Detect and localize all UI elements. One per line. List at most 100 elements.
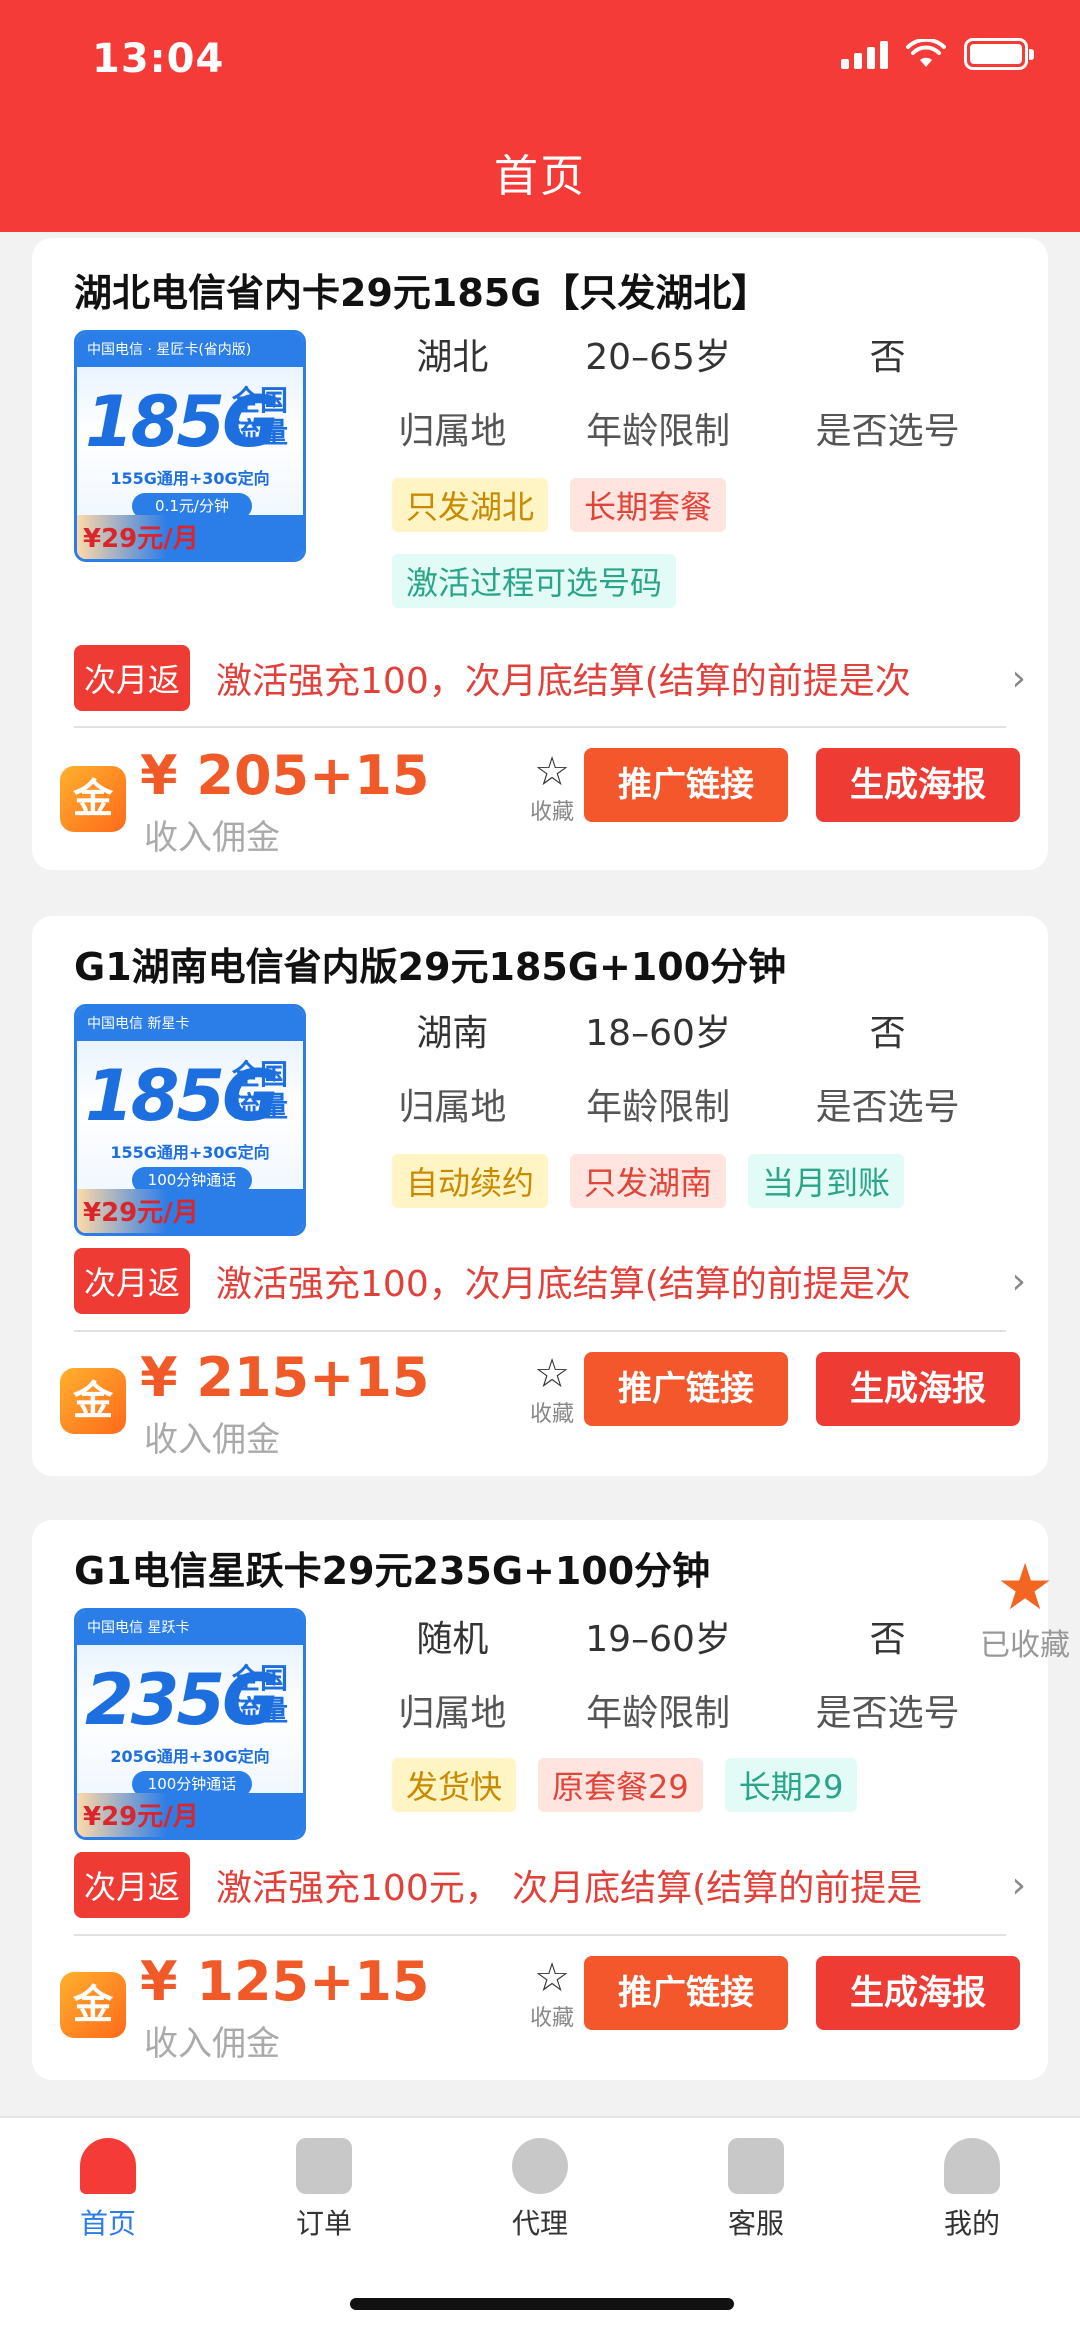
thumb-brand: 中国电信 星跃卡 — [87, 1620, 190, 1636]
age-value: 19–60岁 — [585, 1619, 731, 1660]
tab-label: 客服 — [727, 2207, 784, 2240]
tab-label: 订单 — [295, 2207, 352, 2240]
agent-icon — [512, 2138, 568, 2194]
promo-link-button[interactable]: 推广链接 — [584, 1956, 788, 2030]
product-title[interactable]: 湖北电信省内卡29元185G【只发湖北】 — [74, 262, 769, 317]
product-thumbnail[interactable]: 中国电信 新星卡 185G 全国流量 155G通用+30G定向 100分钟通话 … — [74, 1004, 306, 1236]
divider — [74, 1934, 1006, 1936]
chevron-right-icon[interactable]: › — [1012, 1261, 1026, 1302]
app-header: 13:04 首页 — [0, 0, 1080, 232]
star-icon: ☆ — [534, 1955, 570, 2001]
favorite-button[interactable]: ☆ 收藏 — [512, 750, 592, 826]
tab-profile[interactable]: 我的 — [864, 2138, 1080, 2242]
status-time: 13:04 — [92, 36, 225, 82]
home-indicator — [350, 2298, 734, 2310]
location-value: 湖南 — [416, 1013, 489, 1054]
thumb-price: ¥29元/月 — [83, 1198, 199, 1228]
service-icon — [728, 2138, 784, 2194]
thumb-line: 205G通用+30G定向 — [110, 1747, 270, 1766]
favorite-label: 收藏 — [529, 800, 574, 825]
product-title[interactable]: G1湖南电信省内版29元185G+100分钟 — [74, 936, 786, 991]
thumb-line: 155G通用+30G定向 — [110, 1143, 270, 1162]
product-title[interactable]: G1电信星跃卡29元235G+100分钟 — [74, 1540, 710, 1595]
rebate-text: 激活强充100，次月底结算(结算的前提是次 — [216, 1264, 911, 1305]
thumb-flow: 全国流量 — [232, 1058, 289, 1123]
collected-label: 已收藏 — [980, 1628, 1070, 1663]
select-label: 是否选号 — [815, 1087, 960, 1128]
tab-agent[interactable]: 代理 — [432, 2138, 648, 2242]
product-thumbnail[interactable]: 中国电信 · 星匠卡(省内版) 185G 全国流量 155G通用+30G定向 0… — [74, 330, 306, 562]
tab-home[interactable]: 首页 — [0, 2138, 216, 2242]
income-label: 收入佣金 — [144, 2024, 280, 2064]
generate-poster-button[interactable]: 生成海报 — [816, 1352, 1020, 1426]
tab-label: 代理 — [511, 2207, 568, 2240]
select-label: 是否选号 — [815, 1693, 960, 1734]
rebate-badge: 次月返 — [74, 1248, 191, 1314]
rebate-row[interactable]: 次月返 激活强充100，次月底结算(结算的前提是次 › — [74, 643, 1034, 713]
tab-orders[interactable]: 订单 — [216, 2138, 432, 2242]
star-filled-icon: ★ — [996, 1551, 1054, 1625]
generate-poster-button[interactable]: 生成海报 — [816, 748, 1020, 822]
tab-label: 我的 — [943, 2207, 1000, 2240]
product-card[interactable]: 湖北电信省内卡29元185G【只发湖北】 中国电信 · 星匠卡(省内版) 185… — [32, 238, 1048, 870]
rebate-badge: 次月返 — [74, 645, 191, 711]
select-label: 是否选号 — [815, 411, 960, 452]
tag: 激活过程可选号码 — [392, 554, 677, 608]
age-label: 年龄限制 — [586, 1087, 731, 1128]
order-icon — [296, 2138, 352, 2194]
product-card[interactable]: G1电信星跃卡29元235G+100分钟 中国电信 星跃卡 235G 全国流量 … — [32, 1520, 1048, 2080]
chevron-right-icon[interactable]: › — [1012, 1865, 1026, 1906]
location-label: 归属地 — [398, 1693, 507, 1734]
star-icon: ☆ — [534, 749, 570, 795]
favorite-button[interactable]: ☆ 收藏 — [512, 1352, 592, 1428]
select-value: 否 — [869, 337, 906, 378]
income-label: 收入佣金 — [144, 818, 280, 858]
tag: 自动续约 — [392, 1154, 549, 1208]
signal-icon — [841, 39, 888, 69]
location-value: 湖北 — [416, 337, 489, 378]
product-card[interactable]: G1湖南电信省内版29元185G+100分钟 中国电信 新星卡 185G 全国流… — [32, 916, 1048, 1476]
tag: 长期29 — [724, 1758, 858, 1812]
page-title: 首页 — [494, 151, 586, 202]
favorite-label: 收藏 — [529, 2006, 574, 2031]
thumb-flow: 全国流量 — [232, 384, 289, 449]
favorite-button[interactable]: ☆ 收藏 — [512, 1956, 592, 2032]
promo-link-button[interactable]: 推广链接 — [584, 748, 788, 822]
gold-coin-icon: 金 — [60, 1368, 126, 1434]
thumb-brand: 中国电信 · 星匠卡(省内版) — [87, 342, 252, 358]
chevron-right-icon[interactable]: › — [1012, 658, 1026, 699]
age-label: 年龄限制 — [586, 411, 731, 452]
divider — [74, 726, 1006, 728]
thumb-price: ¥29元/月 — [83, 1802, 199, 1832]
product-attributes: 湖北 20–65岁 否 归属地 年龄限制 是否选号 — [352, 328, 1012, 454]
generate-poster-button[interactable]: 生成海报 — [816, 1956, 1020, 2030]
thumb-line: 155G通用+30G定向 — [110, 469, 270, 488]
favorite-label: 收藏 — [529, 1402, 574, 1427]
rebate-text: 激活强充100，次月底结算(结算的前提是次 — [216, 661, 911, 702]
select-value: 否 — [869, 1013, 906, 1054]
product-attributes: 湖南 18–60岁 否 归属地 年龄限制 是否选号 — [352, 1004, 1012, 1130]
age-value: 20–65岁 — [585, 337, 731, 378]
gold-coin-icon: 金 — [60, 766, 126, 832]
tag: 只发湖南 — [570, 1154, 727, 1208]
divider — [74, 1330, 1006, 1332]
thumb-brand: 中国电信 新星卡 — [87, 1016, 190, 1032]
promo-link-button[interactable]: 推广链接 — [584, 1352, 788, 1426]
commission-price: ¥ 205+15 — [140, 744, 430, 807]
age-label: 年龄限制 — [586, 1693, 731, 1734]
tag-list: 发货快 原套餐29 长期29 — [392, 1758, 1032, 1812]
thumb-price: ¥29元/月 — [83, 524, 199, 554]
collected-button[interactable]: ★ 已收藏 — [970, 1556, 1080, 1664]
tag: 原套餐29 — [538, 1758, 703, 1812]
gold-coin-icon: 金 — [60, 1972, 126, 2038]
rebate-badge: 次月返 — [74, 1852, 191, 1918]
tag: 发货快 — [392, 1758, 517, 1812]
tab-service[interactable]: 客服 — [648, 2138, 864, 2242]
tab-label: 首页 — [79, 2207, 136, 2240]
tag-list: 只发湖北 长期套餐 激活过程可选号码 — [392, 478, 1032, 608]
tag: 当月到账 — [748, 1154, 905, 1208]
product-thumbnail[interactable]: 中国电信 星跃卡 235G 全国流量 205G通用+30G定向 100分钟通话 … — [74, 1608, 306, 1840]
wifi-icon — [906, 39, 946, 67]
rebate-row[interactable]: 次月返 激活强充100元， 次月底结算(结算的前提是 › — [74, 1850, 1034, 1920]
rebate-row[interactable]: 次月返 激活强充100，次月底结算(结算的前提是次 › — [74, 1246, 1034, 1316]
